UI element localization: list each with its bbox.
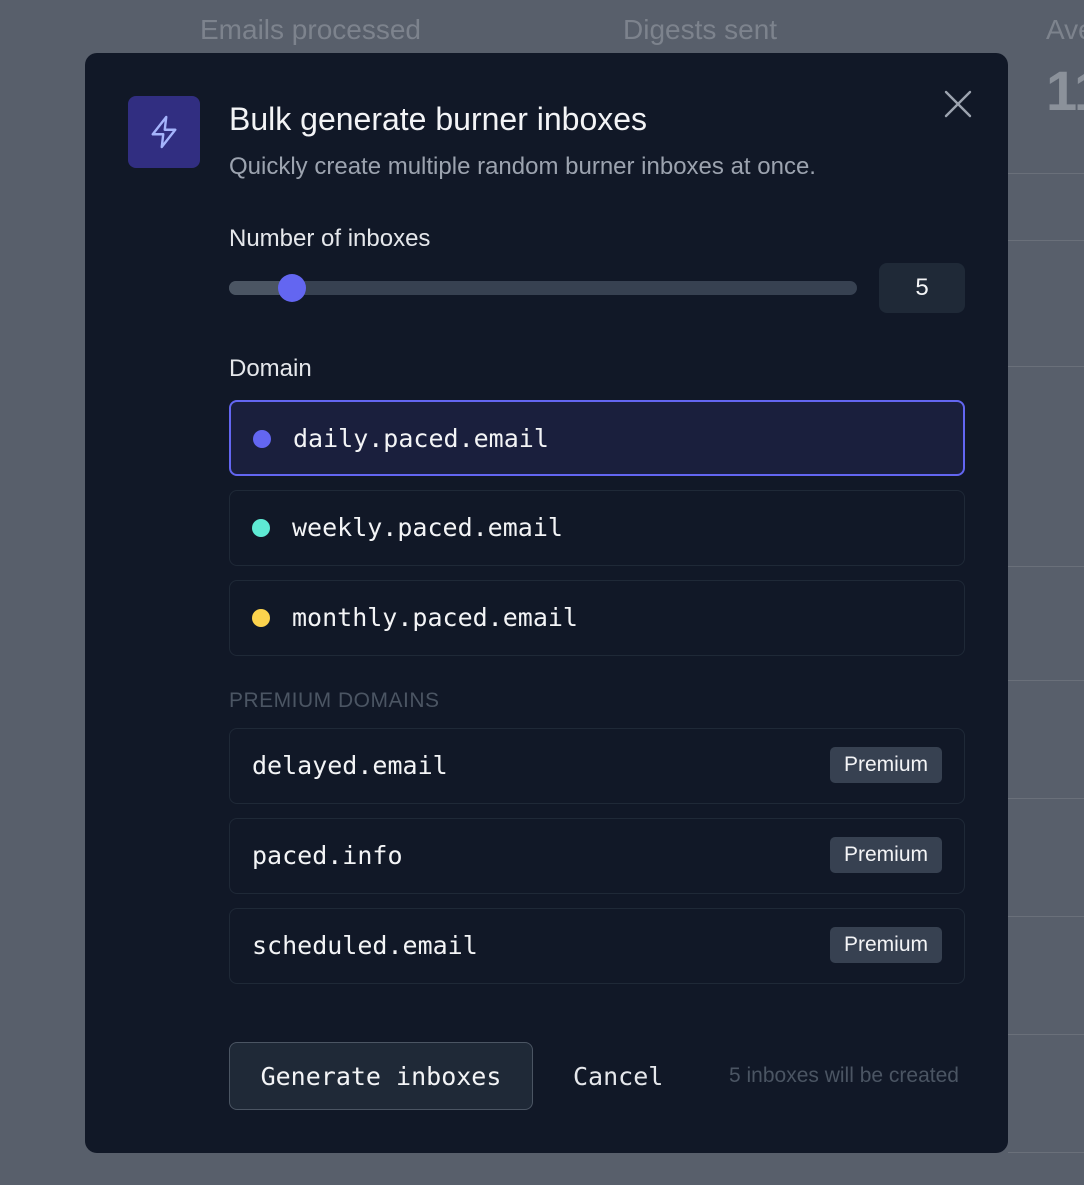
inbox-count-note: 5 inboxes will be created bbox=[729, 1064, 959, 1087]
inbox-count-slider[interactable] bbox=[229, 274, 857, 302]
bg-divider bbox=[1008, 173, 1084, 174]
premium-domain-label: scheduled.email bbox=[252, 931, 478, 960]
inbox-count-input[interactable] bbox=[879, 263, 965, 313]
bg-divider bbox=[1008, 1034, 1084, 1035]
domain-option-daily[interactable]: daily.paced.email bbox=[229, 400, 965, 476]
bulk-generate-modal: Bulk generate burner inboxes Quickly cre… bbox=[85, 53, 1008, 1153]
bg-divider bbox=[1008, 916, 1084, 917]
premium-domain-scheduled[interactable]: scheduled.email Premium bbox=[229, 908, 965, 984]
premium-domain-label: delayed.email bbox=[252, 751, 448, 780]
bg-stat-digests-sent: Digests sent bbox=[623, 14, 778, 45]
bg-stat-emails-processed: Emails processed bbox=[200, 14, 421, 45]
lightning-bolt-icon bbox=[151, 115, 177, 149]
premium-domain-paced-info[interactable]: paced.info Premium bbox=[229, 818, 965, 894]
domain-option-label: daily.paced.email bbox=[293, 424, 549, 453]
premium-badge: Premium bbox=[829, 837, 942, 873]
bg-divider bbox=[1008, 566, 1084, 567]
bg-stat-average: Ave bbox=[1046, 14, 1084, 45]
inbox-count-label: Number of inboxes bbox=[229, 225, 431, 252]
domain-option-monthly[interactable]: monthly.paced.email bbox=[229, 580, 965, 656]
domain-option-label: monthly.paced.email bbox=[292, 603, 578, 632]
premium-domains-heading: PREMIUM DOMAINS bbox=[229, 689, 440, 712]
generate-inboxes-button[interactable]: Generate inboxes bbox=[229, 1042, 533, 1110]
close-button[interactable] bbox=[940, 86, 976, 122]
premium-badge: Premium bbox=[829, 747, 942, 783]
close-icon bbox=[944, 90, 972, 118]
cancel-button[interactable]: Cancel bbox=[561, 1053, 675, 1099]
bg-stat-value: 11 bbox=[1046, 59, 1084, 122]
bg-divider bbox=[1008, 1152, 1084, 1153]
bg-divider bbox=[1008, 366, 1084, 367]
domain-option-label: weekly.paced.email bbox=[292, 513, 563, 542]
domain-option-weekly[interactable]: weekly.paced.email bbox=[229, 490, 965, 566]
modal-subtitle: Quickly create multiple random burner in… bbox=[229, 153, 816, 180]
domain-color-dot bbox=[252, 609, 270, 627]
domain-color-dot bbox=[252, 519, 270, 537]
premium-domain-label: paced.info bbox=[252, 841, 403, 870]
modal-title: Bulk generate burner inboxes bbox=[229, 101, 648, 137]
premium-badge: Premium bbox=[829, 927, 942, 963]
domain-color-dot bbox=[253, 430, 271, 448]
modal-icon-box bbox=[128, 96, 200, 168]
slider-thumb[interactable] bbox=[277, 274, 306, 302]
bg-divider bbox=[1008, 240, 1084, 241]
bg-divider bbox=[1008, 680, 1084, 681]
domain-label: Domain bbox=[229, 355, 312, 382]
premium-domain-delayed[interactable]: delayed.email Premium bbox=[229, 728, 965, 804]
bg-divider bbox=[1008, 798, 1084, 799]
